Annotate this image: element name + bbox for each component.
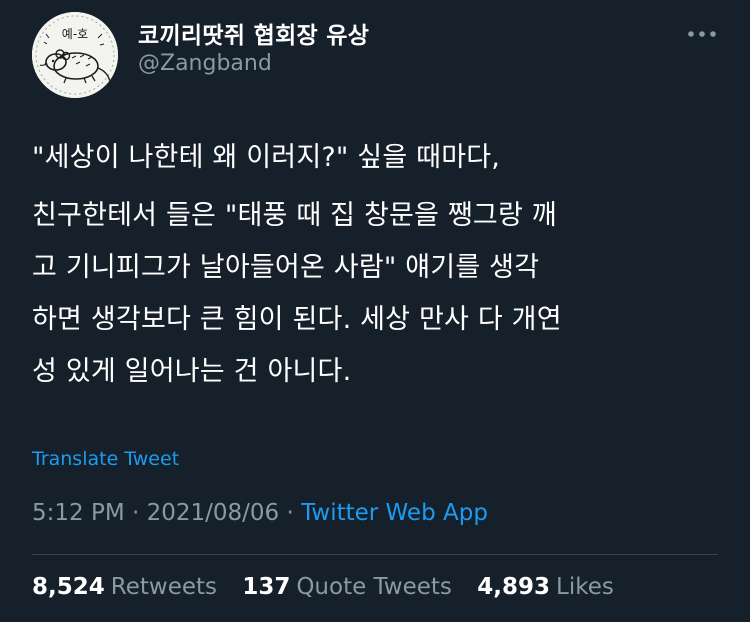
- avatar-lettering: 예-호: [62, 27, 88, 41]
- avatar[interactable]: 예-호: [32, 12, 118, 98]
- tweet-paragraph: "세상이 나한테 왜 이러지?" 싶을 때마다,: [32, 142, 501, 173]
- tweet-date[interactable]: 2021/08/06: [147, 500, 280, 526]
- mouse-sketch-avatar-icon: 예-호: [32, 12, 118, 98]
- quote-tweets-label: Quote Tweets: [296, 574, 452, 600]
- meta-separator: ·: [279, 500, 302, 526]
- author-handle[interactable]: @Zangband: [138, 51, 272, 76]
- tweet-text: "세상이 나한테 왜 이러지?" 싶을 때마다, 친구한테서 들은 "태풍 때 …: [32, 132, 722, 398]
- tweet-source-link[interactable]: Twitter Web App: [301, 500, 488, 526]
- author-display-name[interactable]: 코끼리땃쥐 협회장 유상: [138, 16, 369, 50]
- tweet-time[interactable]: 5:12 PM: [32, 500, 125, 526]
- retweets-label: Retweets: [110, 574, 217, 600]
- tweet-detail: 예-호 코끼리땃쥐 협회장 유상 @Zangband "세상이 나한테 왜 이러…: [0, 0, 750, 622]
- likes-stat[interactable]: 4,893 Likes: [477, 574, 614, 600]
- tweet-timestamp-line: 5:12 PM · 2021/08/06 · Twitter Web App: [32, 500, 488, 526]
- tweet-paragraph: 친구한테서 들은 "태풍 때 집 창문을 쨍그랑 깨고 기니피그가 날아들어온 …: [32, 200, 562, 387]
- quote-tweets-count: 137: [242, 574, 291, 600]
- meta-separator: ·: [124, 500, 147, 526]
- retweets-stat[interactable]: 8,524 Retweets: [32, 574, 217, 600]
- translate-tweet-link[interactable]: Translate Tweet: [32, 448, 179, 470]
- likes-count: 4,893: [477, 574, 550, 600]
- tweet-stats: 8,524 Retweets 137 Quote Tweets 4,893 Likes: [32, 574, 632, 600]
- ellipsis-icon[interactable]: [684, 20, 720, 48]
- divider: [32, 554, 718, 555]
- likes-label: Likes: [556, 574, 614, 600]
- quote-tweets-stat[interactable]: 137 Quote Tweets: [242, 574, 452, 600]
- retweets-count: 8,524: [32, 574, 105, 600]
